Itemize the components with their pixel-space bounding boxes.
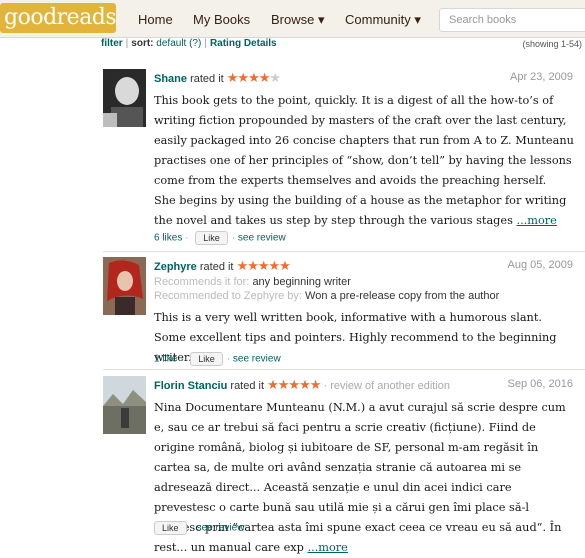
filter-link[interactable]: filter	[101, 38, 123, 49]
review-filter-row: filter | sort: default (?) | Rating Details …	[101, 38, 582, 49]
review-date[interactable]: Aug 05, 2009	[508, 259, 573, 271]
like-button[interactable]: Like	[190, 352, 223, 366]
showing-count: (showing 1-54)	[522, 39, 582, 49]
nav-browse[interactable]: Browse ▾	[271, 12, 325, 28]
more-link[interactable]: ...more	[308, 541, 348, 554]
like-button[interactable]: Like	[154, 521, 187, 535]
avatar[interactable]	[103, 376, 146, 434]
nav-community[interactable]: Community ▾	[345, 12, 421, 28]
review-actions: 6 likes · Like · see review	[154, 231, 286, 245]
star-rating: ★★★★★	[226, 70, 281, 85]
more-link[interactable]: ...more	[517, 214, 557, 227]
review-item: Shane rated it ★★★★★ Apr 23, 2009 This b…	[103, 69, 585, 249]
sort-default-link[interactable]: default (?)	[156, 38, 201, 49]
recommended-by: Recommended to Zephyre by: Won a pre-rel…	[154, 290, 500, 302]
search-input[interactable]: Search books	[439, 8, 585, 32]
see-review-link[interactable]: see review	[233, 354, 281, 365]
like-button[interactable]: Like	[195, 231, 228, 245]
review-date[interactable]: Sep 06, 2016	[508, 378, 573, 390]
reviewer-name[interactable]: Zephyre	[154, 261, 197, 273]
see-review-link[interactable]: see review	[197, 523, 245, 534]
review-actions: Like · see review	[154, 521, 244, 535]
see-review-link[interactable]: see review	[238, 233, 286, 244]
nav-my-books[interactable]: My Books	[193, 12, 250, 27]
rated-it-text: rated it	[190, 73, 224, 85]
avatar[interactable]	[103, 69, 146, 127]
recommends-for: Recommends it for: any beginning writer	[154, 276, 351, 288]
divider	[103, 251, 585, 252]
review-text-continued: She begins by using the building of a ho…	[154, 194, 567, 227]
other-edition-note[interactable]: review of another edition	[330, 380, 450, 392]
review-text: This book gets to the point, quickly. It…	[154, 94, 574, 187]
rating-details-link[interactable]: Rating Details	[210, 38, 277, 49]
reviewer-name[interactable]: Shane	[154, 73, 187, 85]
sort-label: sort:	[131, 38, 154, 49]
likes-count[interactable]: 1 like	[154, 354, 177, 365]
goodreads-logo[interactable]: goodreads	[0, 3, 117, 33]
review-date[interactable]: Apr 23, 2009	[510, 71, 573, 83]
reviewer-name[interactable]: Florin Stanciu	[154, 380, 227, 392]
nav-home[interactable]: Home	[138, 12, 173, 27]
divider	[103, 369, 585, 370]
review-item: Florin Stanciu rated it ★★★★★ · review o…	[103, 376, 585, 554]
star-rating: ★★★★★	[267, 377, 321, 392]
avatar[interactable]	[103, 257, 146, 315]
rated-it-text: rated it	[230, 380, 265, 392]
rated-it-text: rated it	[199, 261, 234, 273]
review-actions: 1 like · Like · see review	[154, 352, 281, 366]
likes-count[interactable]: 6 likes	[154, 233, 182, 244]
review-item: Zephyre rated it ★★★★★ Aug 05, 2009 Reco…	[103, 257, 585, 372]
star-rating: ★★★★★	[236, 258, 291, 273]
top-navigation-bar: goodreads Home My Books Browse ▾ Communi…	[0, 0, 585, 38]
